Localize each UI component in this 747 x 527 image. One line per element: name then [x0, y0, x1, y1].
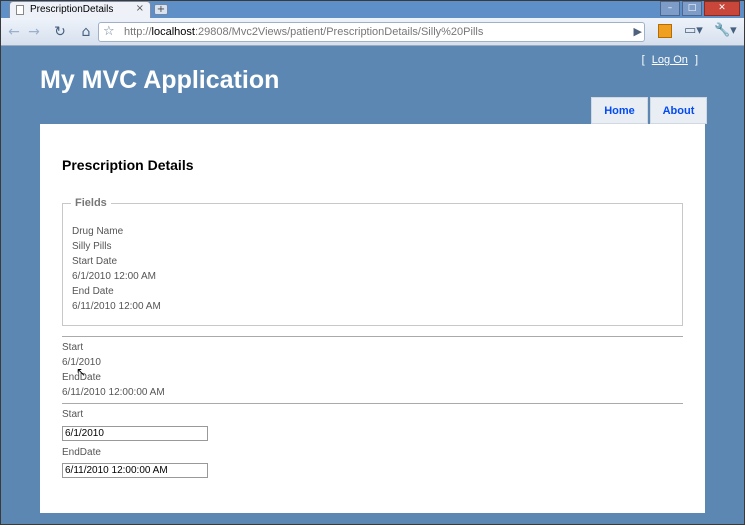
- home-icon[interactable]: ⌂: [77, 23, 95, 41]
- back-arrow-icon[interactable]: ←: [5, 23, 23, 41]
- page-menu-icon[interactable]: ▭▾: [684, 23, 703, 38]
- window-controls: – □ ✕: [658, 1, 740, 17]
- forward-arrow-icon[interactable]: →: [25, 23, 43, 41]
- go-arrow-icon[interactable]: ▶: [634, 25, 642, 38]
- start-date-label: Start Date: [72, 256, 118, 267]
- start-label: Start: [62, 342, 84, 353]
- bookmark-star-icon[interactable]: ☆: [103, 24, 115, 39]
- tab-title: PrescriptionDetails: [30, 4, 114, 15]
- maximize-button[interactable]: □: [682, 1, 702, 16]
- divider: [62, 336, 683, 337]
- start-date-value: 6/1/2010 12:00 AM: [72, 271, 156, 282]
- end-date-input[interactable]: [62, 463, 208, 478]
- log-on-link[interactable]: Log On: [652, 54, 688, 66]
- new-tab-button[interactable]: +: [154, 4, 168, 15]
- address-bar[interactable]: ☆ http://localhost:29808/Mvc2Views/patie…: [98, 22, 645, 42]
- reload-icon[interactable]: ↻: [51, 23, 69, 41]
- tab-strip: PrescriptionDetails × + – □ ✕: [1, 1, 744, 18]
- url-path: :29808/Mvc2Views/patient/PrescriptionDet…: [194, 26, 484, 38]
- page-icon: [16, 5, 24, 15]
- drug-name-label: Drug Name: [72, 226, 124, 237]
- start-editor-label: Start: [62, 409, 84, 420]
- menu-item-home[interactable]: Home: [591, 97, 648, 124]
- close-tab-icon[interactable]: ×: [136, 3, 144, 14]
- url-text: http://localhost:29808/Mvc2Views/patient…: [124, 26, 483, 38]
- bracket-left: [: [641, 54, 645, 66]
- end-date-value: 6/11/2010 12:00:00 AM: [62, 387, 165, 398]
- main-content: Prescription Details Fields Drug Name Si…: [40, 124, 705, 513]
- start-input[interactable]: [62, 426, 208, 441]
- browser-toolbar: ← → ↻ ⌂ ☆ http://localhost:29808/Mvc2Vie…: [1, 18, 744, 46]
- url-scheme: http://: [124, 26, 152, 38]
- extension-icon[interactable]: [658, 24, 672, 38]
- end-date-editor-label: EndDate: [62, 447, 101, 458]
- login-display: [ Log On ]: [642, 54, 698, 66]
- wrench-icon[interactable]: 🔧▾: [714, 23, 737, 38]
- mouse-cursor-icon: ↖: [76, 365, 87, 379]
- page-title: Prescription Details: [62, 157, 194, 173]
- divider: [62, 403, 683, 404]
- browser-window: PrescriptionDetails × + – □ ✕ ← → ↻ ⌂ ☆ …: [0, 0, 745, 525]
- drug-name-value: Silly Pills: [72, 241, 112, 252]
- bracket-right: ]: [694, 54, 698, 66]
- minimize-button[interactable]: –: [660, 1, 680, 16]
- fieldset-legend: Fields: [71, 197, 111, 209]
- page-body: [ Log On ] My MVC Application Home About…: [1, 46, 744, 524]
- browser-tab[interactable]: PrescriptionDetails ×: [9, 1, 151, 18]
- url-host: localhost: [151, 26, 195, 38]
- close-window-button[interactable]: ✕: [704, 1, 740, 16]
- end-date-label: End Date: [72, 286, 114, 297]
- end-date-value: 6/11/2010 12:00 AM: [72, 301, 161, 312]
- fields-fieldset: Fields Drug Name Silly Pills Start Date …: [62, 197, 683, 326]
- site-title: My MVC Application: [40, 66, 280, 94]
- main-menu: Home About: [589, 97, 707, 124]
- menu-item-about[interactable]: About: [650, 97, 707, 124]
